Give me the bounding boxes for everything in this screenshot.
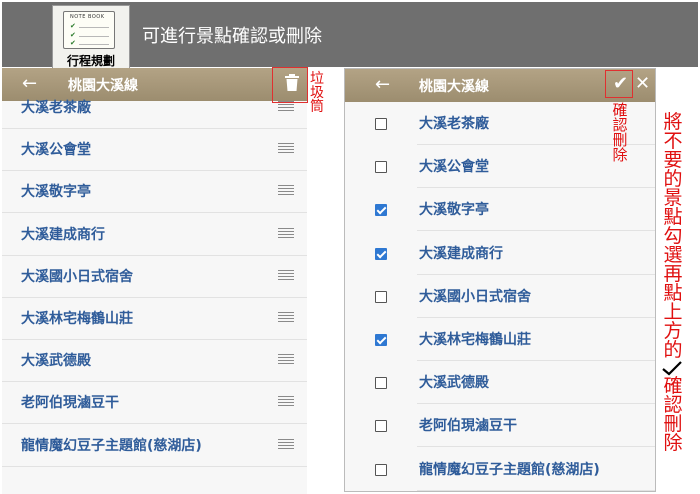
check-icon: ✔ (70, 31, 76, 39)
list-item[interactable]: 大溪武德殿 (417, 362, 655, 405)
list-item[interactable]: 大溪敬字亭 (417, 189, 655, 232)
list-item[interactable]: 老阿伯現滷豆干 (417, 405, 655, 448)
item-checkbox[interactable] (375, 334, 387, 346)
list-item-label: 老阿伯現滷豆干 (21, 395, 119, 412)
item-checkbox[interactable] (375, 290, 387, 303)
list-item[interactable]: 大溪林宅梅鶴山莊 (417, 319, 655, 361)
item-checkbox[interactable] (375, 420, 387, 433)
list-item-label: 大溪武德殿 (419, 375, 489, 392)
list-item[interactable]: 大溪建成商行 (2, 214, 307, 256)
list-item-label: 大溪林宅梅鶴山莊 (419, 332, 531, 348)
list-item[interactable]: 老阿伯現滷豆干 (2, 382, 307, 425)
check-icon: ✔ (70, 22, 76, 30)
list-item-label: 龍情魔幻豆子主題館(慈湖店) (419, 461, 600, 478)
notebook-line (79, 27, 109, 28)
drag-handle-icon[interactable] (278, 354, 294, 365)
list-item[interactable]: 龍情魔幻豆子主題館(慈湖店) (417, 449, 655, 491)
notebook-line (79, 36, 109, 37)
list-item[interactable]: 大溪林宅梅鶴山莊 (2, 298, 307, 340)
drag-handle-icon[interactable] (278, 227, 294, 238)
drag-handle-icon[interactable] (278, 438, 294, 449)
drag-handle-icon[interactable] (278, 396, 294, 407)
side-instruction-1: 將不要的景點勾選 (663, 111, 683, 266)
list-item-label: 大溪國小日式宿舍 (21, 268, 133, 285)
banner-title: 可進行景點確認或刪除 (142, 26, 322, 47)
list-item-label: 大溪建成商行 (21, 226, 105, 243)
notebook-line (79, 44, 109, 45)
list-item-label: 大溪老茶廠 (419, 116, 489, 132)
notebook-icon: NOTE BOOK ✔ ✔ ✔ (63, 11, 115, 49)
list-item[interactable]: 大溪建成商行 (417, 233, 655, 275)
list-item-label: 大溪公會堂 (419, 159, 489, 176)
notebook-label: NOTE BOOK (70, 14, 105, 20)
item-checkbox[interactable] (375, 161, 387, 174)
side-instruction-2: 再點上方的 (663, 263, 683, 361)
item-checkbox[interactable] (375, 377, 387, 390)
confirm-annotation: 確認刪除 (612, 101, 628, 164)
item-checkbox[interactable] (375, 247, 387, 260)
trash-annotation: 垃圾筒 (310, 71, 324, 115)
list-item-label: 大溪敬字亭 (21, 184, 91, 201)
left-phone-screen: ← 桃園大溪線 大溪老茶廠 大溪公會堂 大溪敬字亭 大溪建成商行 大溪國小日式宿舍 大溪林… (2, 68, 307, 494)
list-item-label: 大溪公會堂 (21, 142, 91, 159)
list-item-label: 大溪國小日式宿舍 (419, 288, 531, 305)
confirm-highlight-box (605, 70, 633, 98)
trip-planner-app-icon: NOTE BOOK ✔ ✔ ✔ 行程規劃 (52, 5, 130, 69)
list-item[interactable]: 大溪武德殿 (2, 340, 307, 383)
drag-handle-icon[interactable] (278, 269, 294, 280)
top-banner: NOTE BOOK ✔ ✔ ✔ 行程規劃 可進行景點確認或刪除 (2, 2, 698, 69)
list-item-label: 大溪建成商行 (419, 245, 503, 262)
list-item-label: 大溪老茶廠 (21, 100, 91, 116)
list-item-label: 大溪林宅梅鶴山莊 (21, 311, 133, 327)
list-item[interactable]: 大溪公會堂 (2, 129, 307, 172)
list-item-label: 老阿伯現滷豆干 (419, 418, 517, 435)
drag-handle-icon[interactable] (278, 185, 294, 196)
check-icon (662, 361, 682, 376)
list-item-label: 大溪武德殿 (21, 353, 91, 370)
item-checkbox[interactable] (375, 463, 387, 476)
drag-handle-icon[interactable] (278, 312, 294, 322)
list-item[interactable]: 龍情魔幻豆子主題館(慈湖店) (2, 425, 307, 467)
list-item[interactable]: 大溪敬字亭 (2, 171, 307, 214)
list-item-label: 大溪敬字亭 (419, 202, 489, 219)
close-icon[interactable]: ✕ (635, 73, 650, 94)
right-phone-screen: ← 桃園大溪線 ✔ ✕ 大溪老茶廠 大溪公會堂 大溪敬字亭 大溪建成商行 大溪國小日式宿… (344, 68, 656, 492)
arrow-left-icon[interactable]: ← (375, 74, 390, 95)
item-checkbox[interactable] (375, 204, 387, 217)
trash-icon[interactable] (284, 74, 300, 92)
route-title: 桃園大溪線 (419, 79, 489, 95)
list-item[interactable]: 大溪老茶廠 (2, 87, 307, 129)
item-checkbox[interactable] (375, 118, 387, 130)
list-item-label: 龍情魔幻豆子主題館(慈湖店) (21, 437, 202, 454)
list-item[interactable]: 大溪國小日式宿舍 (417, 276, 655, 318)
check-icon: ✔ (70, 39, 76, 47)
side-instruction-3: 確認刪除 (663, 375, 683, 454)
app-icon-caption: 行程規劃 (66, 54, 115, 68)
list-item[interactable]: 大溪國小日式宿舍 (2, 256, 307, 298)
drag-handle-icon[interactable] (278, 143, 294, 154)
